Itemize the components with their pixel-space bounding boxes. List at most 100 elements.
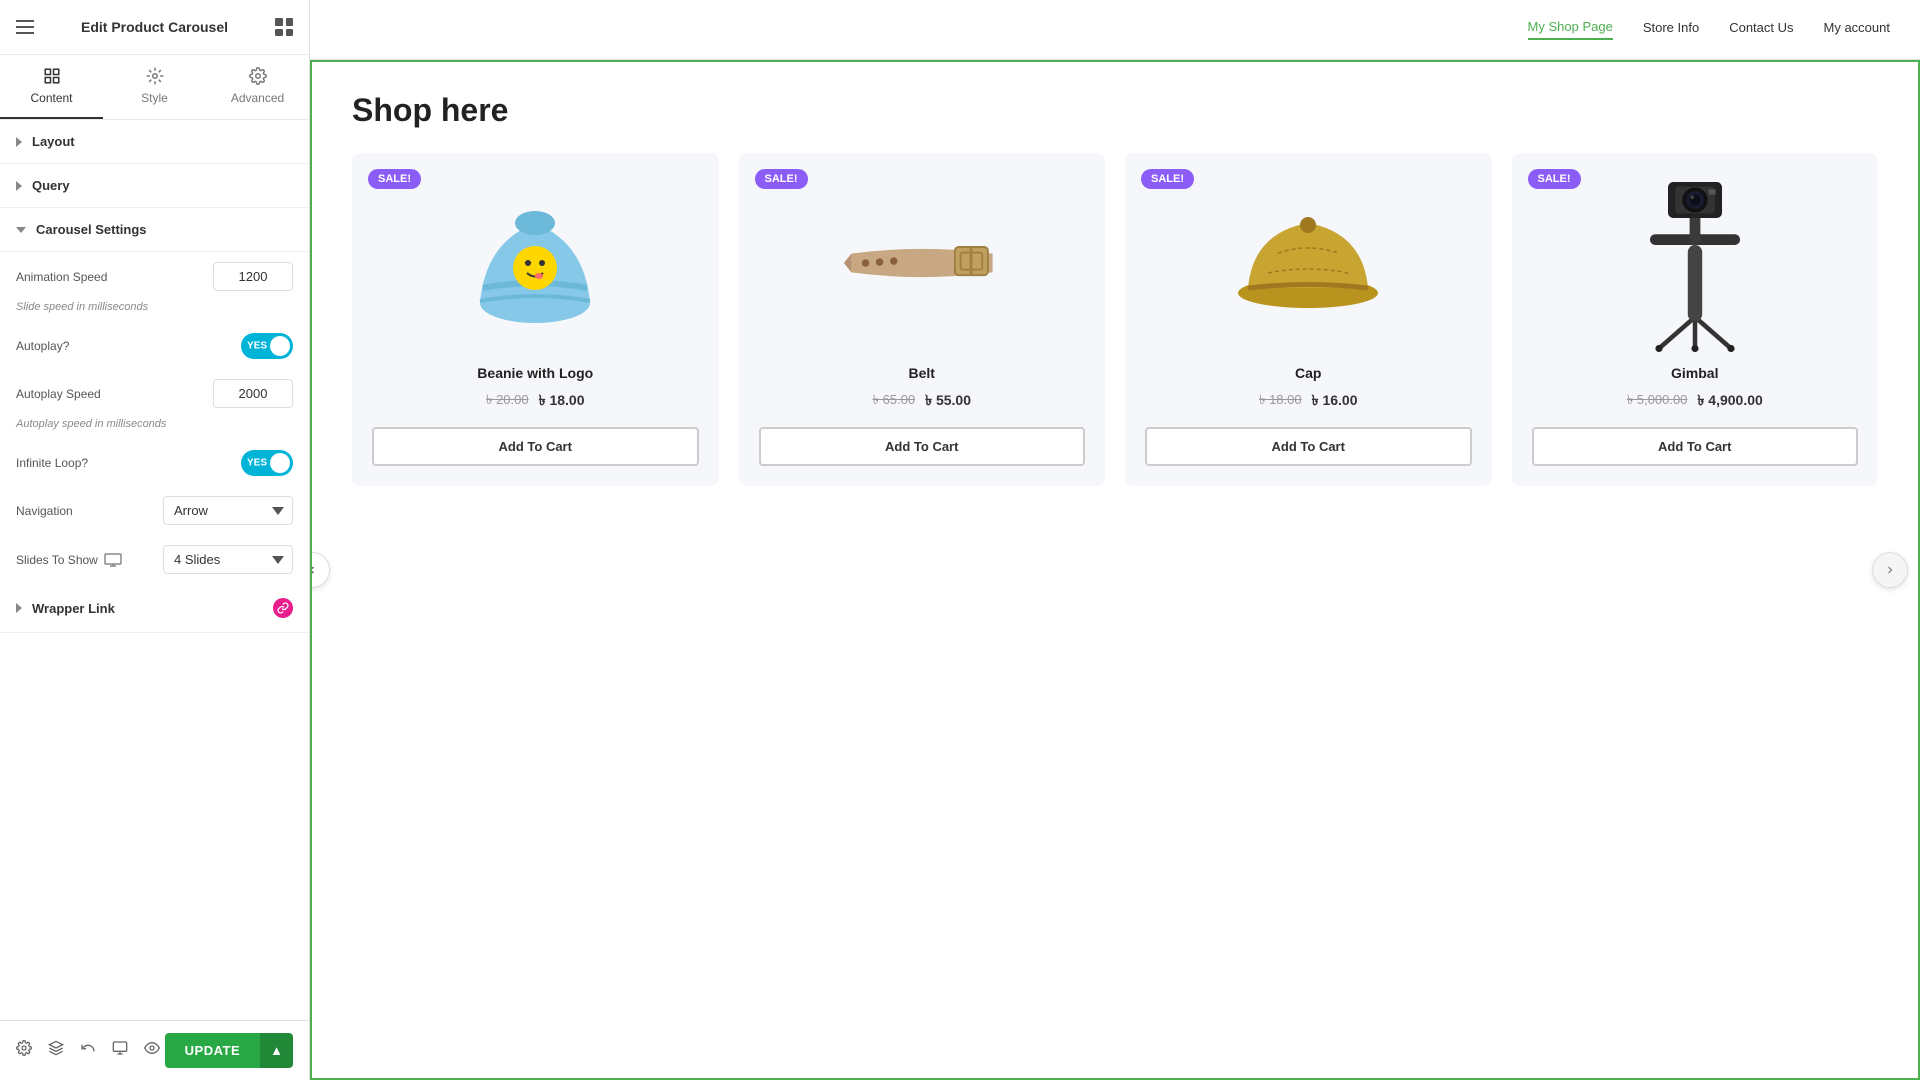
autoplay-speed-input[interactable]: [213, 379, 293, 408]
wrapper-link-chevron: [16, 603, 22, 613]
add-to-cart-3[interactable]: Add To Cart: [1145, 427, 1472, 466]
grid-icon[interactable]: [275, 18, 293, 36]
update-btn-wrap: UPDATE ▲: [165, 1033, 293, 1068]
slides-to-show-select[interactable]: 1 Slide 2 Slides 3 Slides 4 Slides 5 Sli…: [163, 545, 293, 574]
nav-store-info[interactable]: Store Info: [1643, 20, 1699, 39]
animation-speed-row: Animation Speed: [0, 252, 309, 301]
animation-speed-hint: Slide speed in milliseconds: [0, 301, 309, 323]
tab-content-label: Content: [30, 91, 72, 105]
infinite-loop-toggle[interactable]: YES: [241, 450, 293, 476]
price-old-4: ৳ 5,000.00: [1627, 391, 1688, 412]
add-to-cart-1[interactable]: Add To Cart: [372, 427, 699, 466]
sale-badge-3: SALE!: [1141, 169, 1194, 189]
tab-advanced-label: Advanced: [231, 91, 284, 105]
price-row-1: ৳ 20.00 ৳ 18.00: [486, 389, 585, 413]
tab-style[interactable]: Style: [103, 55, 206, 119]
product-image-3: [1228, 173, 1388, 353]
product-name-3: Cap: [1295, 365, 1321, 381]
layout-label: Layout: [32, 134, 75, 149]
autoplay-speed-label: Autoplay Speed: [16, 387, 101, 401]
navigation-select[interactable]: Arrow Dots Both None: [163, 496, 293, 525]
wrapper-link-icon: [273, 598, 293, 618]
tab-content[interactable]: Content: [0, 55, 103, 119]
price-new-3: ৳ 16.00: [1312, 389, 1358, 413]
update-button[interactable]: UPDATE: [165, 1033, 260, 1068]
autoplay-toggle[interactable]: YES: [241, 333, 293, 359]
navigation-label: Navigation: [16, 504, 73, 518]
price-new-1: ৳ 18.00: [539, 389, 585, 413]
add-to-cart-2[interactable]: Add To Cart: [759, 427, 1086, 466]
autoplay-label: Autoplay?: [16, 339, 69, 353]
slides-to-show-label: Slides To Show: [16, 553, 98, 567]
price-row-3: ৳ 18.00 ৳ 16.00: [1259, 389, 1358, 413]
monitor-icon: [104, 553, 122, 567]
nav-my-shop[interactable]: My Shop Page: [1528, 19, 1613, 40]
carousel-arrow-left[interactable]: [310, 552, 330, 588]
product-image-4: [1615, 173, 1775, 353]
main-content: My Shop Page Store Info Contact Us My ac…: [310, 0, 1920, 1080]
monitor-footer-icon[interactable]: [112, 1040, 128, 1061]
query-label: Query: [32, 178, 70, 193]
product-image-1: [455, 173, 615, 353]
sidebar-footer: UPDATE ▲: [0, 1020, 309, 1080]
sidebar-content: Layout Query Carousel Settings Animation…: [0, 120, 309, 1020]
tab-bar: Content Style Advanced: [0, 55, 309, 120]
query-chevron: [16, 181, 22, 191]
sale-badge-4: SALE!: [1528, 169, 1581, 189]
update-arrow-button[interactable]: ▲: [260, 1033, 293, 1068]
layout-chevron: [16, 137, 22, 147]
sidebar-title: Edit Product Carousel: [81, 19, 228, 35]
product-card-2: SALE!: [739, 153, 1106, 486]
eye-icon[interactable]: [144, 1040, 160, 1061]
products-grid: SALE!: [352, 153, 1878, 486]
wrapper-link-section[interactable]: Wrapper Link: [0, 584, 309, 633]
carousel-settings-header[interactable]: Carousel Settings: [0, 208, 309, 252]
product-card-1: SALE!: [352, 153, 719, 486]
product-card-3: SALE! Cap: [1125, 153, 1492, 486]
carousel-arrow-right[interactable]: [1872, 552, 1908, 588]
product-card-4: SALE!: [1512, 153, 1879, 486]
nav-contact-us[interactable]: Contact Us: [1729, 20, 1793, 39]
product-name-2: Belt: [909, 365, 935, 381]
query-section-header[interactable]: Query: [0, 164, 309, 208]
sidebar-header: Edit Product Carousel: [0, 0, 309, 55]
product-image-2: [842, 173, 1002, 353]
animation-speed-label: Animation Speed: [16, 270, 107, 284]
animation-speed-input[interactable]: [213, 262, 293, 291]
price-new-2: ৳ 55.00: [925, 389, 971, 413]
undo-icon[interactable]: [80, 1040, 96, 1061]
tab-style-label: Style: [141, 91, 168, 105]
price-row-2: ৳ 65.00 ৳ 55.00: [872, 389, 971, 413]
nav-links: My Shop Page Store Info Contact Us My ac…: [1528, 19, 1890, 40]
product-name-4: Gimbal: [1671, 365, 1718, 381]
footer-icons: [16, 1040, 160, 1061]
nav-my-account[interactable]: My account: [1824, 20, 1890, 39]
autoplay-speed-hint: Autoplay speed in milliseconds: [0, 418, 309, 440]
page-area: Shop here SALE!: [310, 60, 1920, 1080]
wrapper-link-left: Wrapper Link: [16, 601, 115, 616]
autoplay-row: Autoplay? YES: [0, 323, 309, 369]
sale-badge-1: SALE!: [368, 169, 421, 189]
infinite-loop-label: Infinite Loop?: [16, 456, 88, 470]
layers-icon[interactable]: [48, 1040, 64, 1061]
carousel-chevron: [16, 227, 26, 233]
settings-icon[interactable]: [16, 1040, 32, 1061]
sale-badge-2: SALE!: [755, 169, 808, 189]
product-name-1: Beanie with Logo: [477, 365, 593, 381]
hamburger-icon[interactable]: [16, 20, 34, 34]
top-nav: My Shop Page Store Info Contact Us My ac…: [310, 0, 1920, 60]
sidebar: Edit Product Carousel Content Style Adva…: [0, 0, 310, 1080]
navigation-row: Navigation Arrow Dots Both None: [0, 486, 309, 535]
carousel-settings-label: Carousel Settings: [36, 222, 147, 237]
slides-to-show-label-wrap: Slides To Show: [16, 553, 122, 567]
layout-section-header[interactable]: Layout: [0, 120, 309, 164]
tab-advanced[interactable]: Advanced: [206, 55, 309, 119]
wrapper-link-label: Wrapper Link: [32, 601, 115, 616]
autoplay-yes-label: YES: [247, 341, 267, 352]
add-to-cart-4[interactable]: Add To Cart: [1532, 427, 1859, 466]
infinite-loop-row: Infinite Loop? YES: [0, 440, 309, 486]
price-old-2: ৳ 65.00: [872, 391, 915, 412]
shop-title: Shop here: [352, 92, 1878, 129]
price-old-1: ৳ 20.00: [486, 391, 529, 412]
infinite-loop-yes-label: YES: [247, 458, 267, 469]
